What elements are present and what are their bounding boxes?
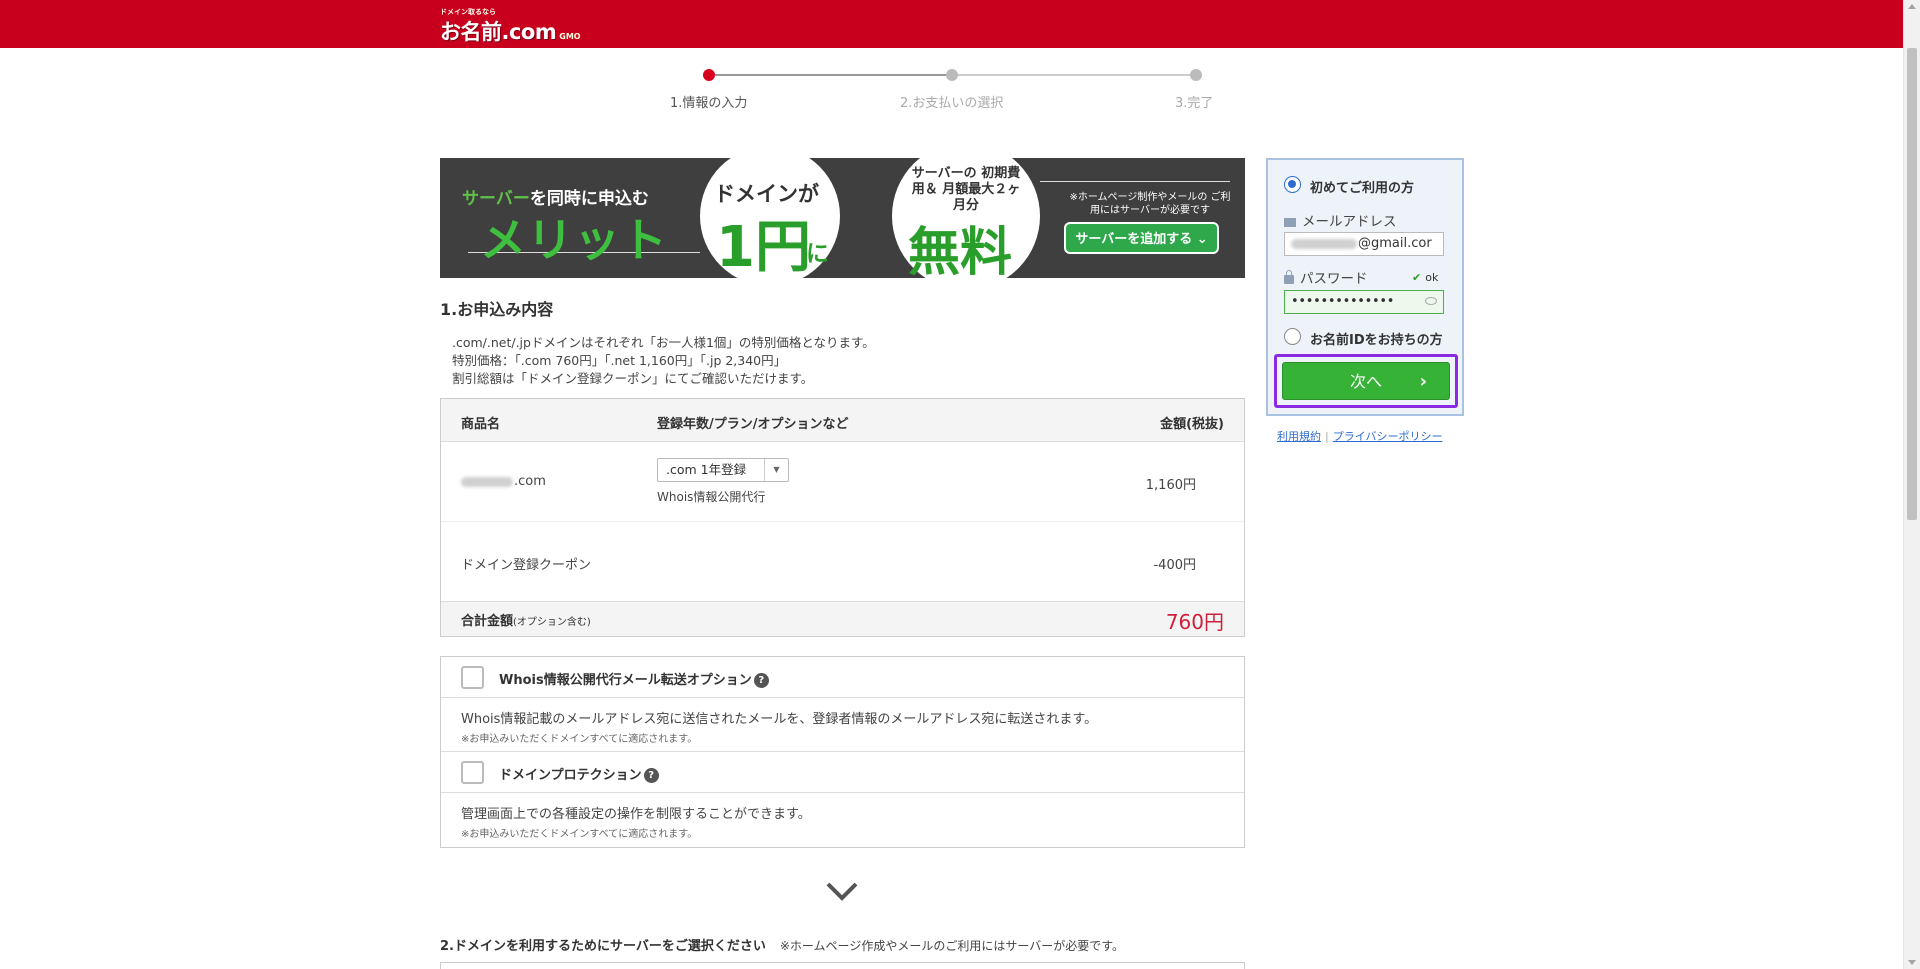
total-row: 合計金額(オプション含む) 760円 xyxy=(441,602,1244,636)
option-domain-protection[interactable]: ドメインプロテクション? xyxy=(441,752,1244,793)
login-panel: 初めてご利用の方 メールアドレス @gmail.cor パスワード ✔ ok ••… xyxy=(1266,158,1464,416)
banner-free-text: 無料 xyxy=(908,223,1013,278)
scroll-down-icon[interactable] xyxy=(1908,960,1916,965)
banner-merit: メリット xyxy=(480,213,668,267)
banner-ni: に xyxy=(806,241,829,267)
step-dot-3 xyxy=(1190,69,1202,81)
option-note-text: ※お申込みいただくドメインすべてに適応されます。 xyxy=(461,734,698,745)
privacy-link[interactable]: プライバシーポリシー xyxy=(1333,430,1443,443)
step-label-1: 1.情報の入力 xyxy=(670,96,748,111)
header-price: 金額(税抜) xyxy=(1160,417,1224,432)
help-icon[interactable]: ? xyxy=(643,768,659,783)
onamae-logo[interactable]: ドメイン取るなら お名前.com GMO xyxy=(440,8,581,46)
add-server-button[interactable]: サーバーを追加する ⌄ xyxy=(1064,222,1219,254)
whois-proxy-note: Whois情報公開代行 xyxy=(657,490,766,504)
page-scrollbar[interactable] xyxy=(1903,0,1920,969)
next-button[interactable]: 次へ › xyxy=(1282,362,1450,400)
terms-link[interactable]: 利用規約 xyxy=(1277,430,1321,443)
logo-text: お名前.com xyxy=(440,20,557,44)
table-header: 商品名 登録年数/プラン/オプションなど 金額(税抜) xyxy=(441,399,1244,442)
has-id-label: お名前IDをお持ちの方 xyxy=(1310,333,1443,348)
step-label-2: 2.お支払いの選択 xyxy=(900,96,1004,111)
next-button-highlight: 次へ › xyxy=(1274,354,1458,408)
option-description: Whois情報記載のメールアドレス宛に送信されたメールを、登録者情報のメールアド… xyxy=(441,698,1244,752)
email-label: メールアドレス xyxy=(1284,210,1397,230)
options-box: Whois情報公開代行メール転送オプション? Whois情報記載のメールアドレス… xyxy=(440,656,1245,848)
email-field[interactable]: @gmail.cor xyxy=(1284,232,1444,256)
progress-line-segment xyxy=(708,74,952,76)
link-separator: | xyxy=(1325,430,1329,443)
help-icon[interactable]: ? xyxy=(753,673,769,688)
check-icon: ✔ xyxy=(1412,271,1422,284)
order-description: .com/.net/.jpドメインはそれぞれ「お一人様1個」の特別価格となります… xyxy=(452,334,875,388)
chevron-down-icon xyxy=(826,882,858,901)
desc-line: 特別価格：「.com 760円」「.net 1,160円」「.jp 2,340円… xyxy=(452,353,787,368)
step-dot-2 xyxy=(946,69,958,81)
header-bar: ドメイン取るなら お名前.com GMO xyxy=(0,0,1903,48)
desc-line: .com/.net/.jpドメインはそれぞれ「お一人様1個」の特別価格となります… xyxy=(452,335,875,350)
coupon-name: ドメイン登録クーポン xyxy=(461,558,592,573)
banner-one-yen: 1円 xyxy=(716,215,811,278)
whois-forward-checkbox[interactable] xyxy=(461,666,484,689)
option-desc-text: Whois情報記載のメールアドレス宛に送信されたメールを、登録者情報のメールアド… xyxy=(461,712,1098,727)
section-title-server: 2.ドメインを利用するためにサーバーをご選択ください ※ホームページ作成やメールの… xyxy=(440,939,1124,954)
logo-gmo: GMO xyxy=(559,32,581,41)
password-ok-status: ✔ ok xyxy=(1412,271,1439,284)
coupon-price: -400円 xyxy=(1153,558,1196,573)
server-section-box xyxy=(440,962,1245,969)
header-plan: 登録年数/プラン/オプションなど xyxy=(657,417,849,432)
chevron-right-icon: › xyxy=(1419,371,1427,392)
option-note-text: ※お申込みいただくドメインすべてに適応されます。 xyxy=(461,829,698,840)
domain-price: 1,160円 xyxy=(1145,478,1196,493)
lock-icon xyxy=(1284,269,1294,284)
redacted-text xyxy=(1291,238,1357,249)
first-time-radio[interactable] xyxy=(1284,176,1301,193)
logo-tagline: ドメイン取るなら xyxy=(440,8,496,16)
total-price: 760円 xyxy=(1165,610,1224,634)
select-value: .com 1年登録 xyxy=(666,462,747,477)
option-label: ドメインプロテクション? xyxy=(499,764,659,783)
header-product: 商品名 xyxy=(461,417,501,432)
banner-free-desc: サーバーの 初期費用＆ 月額最大２ヶ月分 xyxy=(911,166,1021,213)
option-whois-forward[interactable]: Whois情報公開代行メール転送オプション? xyxy=(441,657,1244,698)
server-promo-banner[interactable]: サーバーを同時に申込む メリット ドメインが 1円 に サーバーの 初期費用＆ … xyxy=(440,158,1245,278)
banner-line xyxy=(1040,181,1230,182)
first-time-label: 初めてご利用の方 xyxy=(1310,181,1415,196)
step-dot-1 xyxy=(703,69,715,81)
option-description: 管理画面上での各種設定の操作を制限することができます。 ※お申込みいただくドメイ… xyxy=(441,793,1244,847)
next-label: 次へ xyxy=(1349,372,1382,391)
order-table: 商品名 登録年数/プラン/オプションなど 金額(税抜) .com .com 1年… xyxy=(440,398,1245,637)
banner-note: ※ホームページ制作やメールの ご利用にはサーバーが必要です xyxy=(1069,192,1231,216)
section-title-order: 1.お申込み内容 xyxy=(440,300,554,319)
dropdown-arrow-icon[interactable]: ▼ xyxy=(764,459,788,481)
server-note: ※ホームページ作成やメールのご利用にはサーバーが必要です。 xyxy=(779,939,1124,953)
domain-name: .com xyxy=(461,474,546,489)
desc-line: 割引総額は「ドメイン登録クーポン」にてご確認いただけます。 xyxy=(452,371,814,386)
scroll-up-icon[interactable] xyxy=(1908,4,1916,9)
domain-protection-checkbox[interactable] xyxy=(461,761,484,784)
redacted-text xyxy=(461,476,513,487)
scroll-thumb[interactable] xyxy=(1907,48,1917,520)
option-desc-text: 管理画面上での各種設定の操作を制限することができます。 xyxy=(461,807,811,822)
eye-icon[interactable] xyxy=(1425,297,1437,305)
table-row: .com .com 1年登録 ▼ Whois情報公開代行 1,160円 xyxy=(441,442,1244,522)
footer-links: 利用規約 | プライバシーポリシー xyxy=(1277,428,1443,444)
registration-period-select[interactable]: .com 1年登録 ▼ xyxy=(657,458,789,482)
mail-icon xyxy=(1284,217,1296,227)
has-id-radio[interactable] xyxy=(1284,328,1301,345)
table-row: ドメイン登録クーポン -400円 xyxy=(441,522,1244,602)
step-label-3: 3.完了 xyxy=(1175,96,1214,111)
password-label: パスワード xyxy=(1284,267,1368,287)
total-label: 合計金額(オプション含む) xyxy=(461,614,591,629)
password-field[interactable]: •••••••••••••• xyxy=(1284,290,1444,314)
progress-steps: 1.情報の入力 2.お支払いの選択 3.完了 xyxy=(660,66,1220,116)
option-label: Whois情報公開代行メール転送オプション? xyxy=(499,669,769,688)
